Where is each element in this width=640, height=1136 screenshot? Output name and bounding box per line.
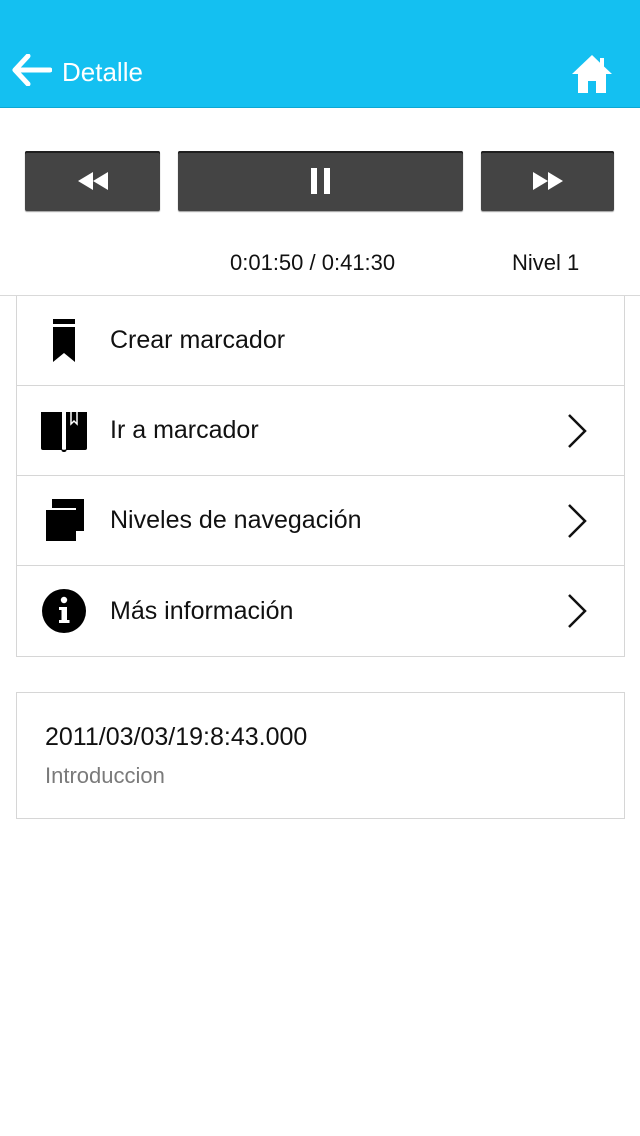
menu-item-navigation-levels[interactable]: Niveles de navegación [17, 476, 624, 566]
top-bar: Detalle [0, 0, 640, 108]
menu-item-label: Crear marcador [110, 326, 286, 354]
segment-title: Introduccion [45, 763, 165, 788]
fast-forward-icon [532, 172, 563, 190]
menu-item-label: Ir a marcador [110, 416, 259, 444]
rewind-button[interactable] [25, 151, 160, 211]
menu-item-create-bookmark[interactable]: Crear marcador [17, 296, 624, 386]
fast-forward-button[interactable] [481, 151, 614, 211]
home-button[interactable] [570, 52, 614, 96]
options-menu: Crear marcador Ir a marcador Niveles de … [16, 296, 625, 657]
menu-item-more-info[interactable]: Más información [17, 566, 624, 656]
back-button[interactable]: Detalle [12, 50, 143, 94]
chevron-right-icon [568, 594, 587, 628]
chevron-right-icon [568, 503, 587, 538]
pause-icon [310, 168, 331, 194]
menu-item-go-to-bookmark[interactable]: Ir a marcador [17, 386, 624, 476]
segment-timestamp: 2011/03/03/19:8:43.000 [45, 723, 308, 751]
back-label: Detalle [62, 56, 143, 87]
level-indicator: Nivel 1 [512, 250, 580, 275]
segment-card[interactable]: 2011/03/03/19:8:43.000 Introduccion [16, 692, 625, 819]
pause-button[interactable] [178, 151, 463, 211]
menu-item-label: Más información [110, 596, 294, 625]
chevron-right-icon [568, 413, 587, 448]
home-icon [570, 55, 614, 100]
arrow-left-icon [12, 53, 53, 91]
bookmark-icon [39, 316, 89, 366]
info-icon [39, 586, 89, 636]
menu-item-label: Niveles de navegación [110, 506, 362, 534]
book-bookmark-icon [39, 406, 89, 456]
rewind-icon [77, 172, 108, 190]
layers-icon [39, 496, 89, 546]
playback-time: 0:01:50 / 0:41:30 [230, 250, 396, 275]
